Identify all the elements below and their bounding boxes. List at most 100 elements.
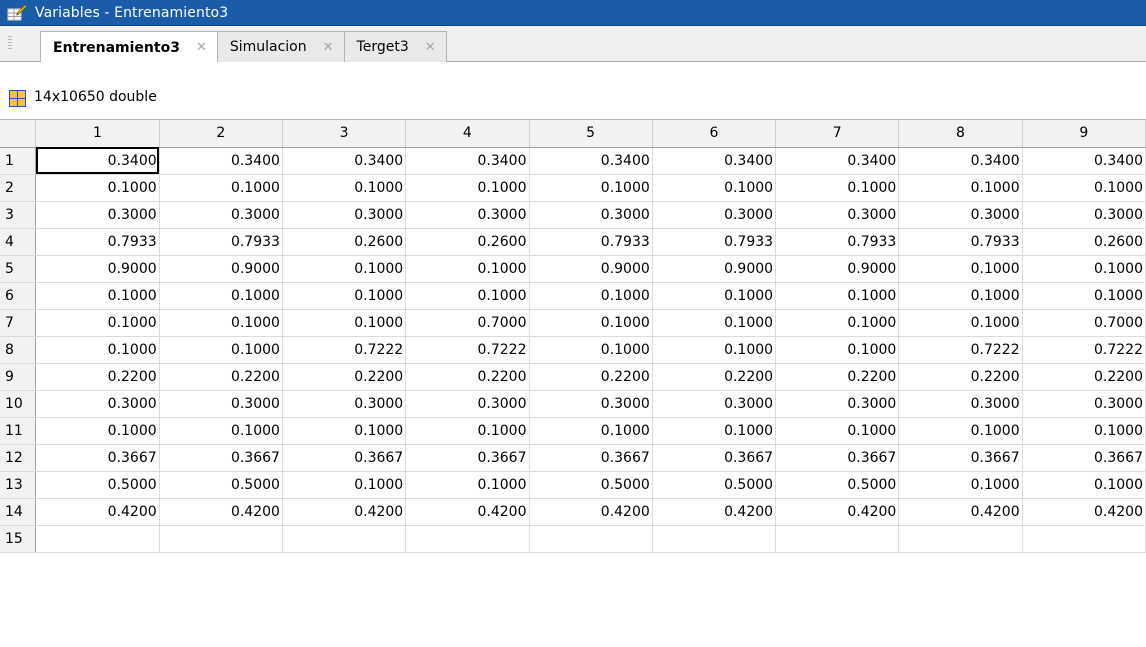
- data-cell[interactable]: 0.7933: [159, 228, 283, 256]
- data-cell[interactable]: [35, 525, 160, 553]
- row-header[interactable]: 7: [0, 309, 37, 337]
- data-cell[interactable]: 0.1000: [1022, 417, 1146, 445]
- data-cell[interactable]: 0.3000: [1022, 201, 1146, 229]
- data-cell[interactable]: 0.2200: [35, 363, 160, 391]
- data-cell[interactable]: 0.3667: [35, 444, 160, 472]
- variable-spreadsheet[interactable]: 123456789 1 0.3400 0.3400 0.3400 0.3400 0.340…: [0, 120, 1146, 647]
- close-icon[interactable]: ✕: [323, 40, 334, 55]
- data-cell[interactable]: 0.1000: [529, 174, 653, 202]
- data-cell[interactable]: 0.1000: [282, 174, 407, 202]
- data-cell[interactable]: 0.7933: [775, 228, 900, 256]
- column-header[interactable]: 2: [159, 120, 283, 148]
- row-header[interactable]: 8: [0, 336, 37, 364]
- data-cell[interactable]: 0.3667: [775, 444, 900, 472]
- data-cell[interactable]: [775, 525, 900, 553]
- row-header[interactable]: 9: [0, 363, 37, 391]
- data-cell[interactable]: 0.1000: [159, 282, 283, 310]
- data-cell[interactable]: 0.1000: [159, 336, 283, 364]
- window-titlebar[interactable]: Variables - Entrenamiento3: [0, 0, 1146, 26]
- data-cell[interactable]: 0.1000: [159, 417, 283, 445]
- data-cell[interactable]: [898, 525, 1023, 553]
- data-cell[interactable]: 0.1000: [898, 282, 1023, 310]
- data-cell[interactable]: 0.1000: [1022, 282, 1146, 310]
- data-cell[interactable]: 0.1000: [652, 174, 777, 202]
- data-cell[interactable]: 0.3000: [652, 390, 777, 418]
- data-cell[interactable]: 0.3667: [282, 444, 407, 472]
- data-cell[interactable]: 0.1000: [775, 336, 900, 364]
- data-cell[interactable]: 0.5000: [529, 471, 653, 499]
- tabstrip-grip-handle[interactable]: [8, 36, 12, 50]
- grid-corner-cell[interactable]: [0, 120, 37, 148]
- data-cell[interactable]: 0.7933: [529, 228, 653, 256]
- data-cell[interactable]: 0.1000: [282, 255, 407, 283]
- data-cell[interactable]: 0.1000: [35, 174, 160, 202]
- row-header[interactable]: 1: [0, 147, 37, 175]
- column-header[interactable]: 8: [898, 120, 1023, 148]
- data-cell[interactable]: 0.3667: [1022, 444, 1146, 472]
- row-header[interactable]: 12: [0, 444, 37, 472]
- data-cell[interactable]: 0.1000: [282, 282, 407, 310]
- data-cell[interactable]: 0.1000: [529, 309, 653, 337]
- data-cell[interactable]: 0.3000: [282, 201, 407, 229]
- data-cell[interactable]: 0.2200: [775, 363, 900, 391]
- data-cell[interactable]: 0.1000: [775, 174, 900, 202]
- data-cell[interactable]: 0.4200: [159, 498, 283, 526]
- data-cell[interactable]: 0.1000: [159, 174, 283, 202]
- data-cell[interactable]: 0.3667: [652, 444, 777, 472]
- data-cell[interactable]: 0.3000: [1022, 390, 1146, 418]
- row-header[interactable]: 10: [0, 390, 37, 418]
- data-cell[interactable]: 0.4200: [775, 498, 900, 526]
- data-cell[interactable]: 0.5000: [775, 471, 900, 499]
- data-cell[interactable]: 0.1000: [35, 417, 160, 445]
- data-cell[interactable]: 0.4200: [1022, 498, 1146, 526]
- data-cell[interactable]: 0.7222: [405, 336, 530, 364]
- data-cell[interactable]: 0.4200: [529, 498, 653, 526]
- data-cell[interactable]: 0.1000: [282, 471, 407, 499]
- data-cell[interactable]: 0.1000: [652, 282, 777, 310]
- data-cell[interactable]: 0.2600: [1022, 228, 1146, 256]
- data-cell[interactable]: [1022, 525, 1146, 553]
- data-cell[interactable]: 0.3000: [775, 390, 900, 418]
- tab-terget3[interactable]: Terget3 ✕: [343, 31, 447, 62]
- data-cell[interactable]: 0.7933: [652, 228, 777, 256]
- data-cell[interactable]: 0.4200: [282, 498, 407, 526]
- data-cell[interactable]: 0.3667: [529, 444, 653, 472]
- data-cell[interactable]: 0.3000: [529, 201, 653, 229]
- data-cell[interactable]: 0.3000: [159, 201, 283, 229]
- data-cell[interactable]: 0.4200: [898, 498, 1023, 526]
- data-cell[interactable]: 0.1000: [405, 282, 530, 310]
- data-cell[interactable]: 0.7222: [282, 336, 407, 364]
- data-cell[interactable]: 0.7222: [898, 336, 1023, 364]
- data-cell[interactable]: 0.3000: [898, 390, 1023, 418]
- data-cell[interactable]: 0.7222: [1022, 336, 1146, 364]
- row-header[interactable]: 14: [0, 498, 37, 526]
- data-cell[interactable]: 0.1000: [775, 309, 900, 337]
- data-cell[interactable]: 0.1000: [898, 174, 1023, 202]
- data-cell[interactable]: 0.2200: [898, 363, 1023, 391]
- data-cell[interactable]: 0.1000: [775, 417, 900, 445]
- data-cell[interactable]: 0.3000: [405, 390, 530, 418]
- data-cell[interactable]: 0.3000: [282, 390, 407, 418]
- data-cell[interactable]: 0.3400: [652, 147, 777, 175]
- data-cell[interactable]: 0.3400: [775, 147, 900, 175]
- data-cell[interactable]: 0.1000: [652, 309, 777, 337]
- data-cell[interactable]: 0.1000: [652, 336, 777, 364]
- data-cell[interactable]: 0.1000: [898, 417, 1023, 445]
- data-cell[interactable]: [282, 525, 407, 553]
- data-cell[interactable]: [405, 525, 530, 553]
- column-header[interactable]: 3: [282, 120, 407, 148]
- data-cell[interactable]: 0.3400: [282, 147, 407, 175]
- data-cell[interactable]: 0.5000: [35, 471, 160, 499]
- data-cell[interactable]: [159, 525, 283, 553]
- data-cell[interactable]: 0.3400: [529, 147, 653, 175]
- data-cell[interactable]: 0.3000: [529, 390, 653, 418]
- data-cell[interactable]: 0.2200: [282, 363, 407, 391]
- data-cell[interactable]: 0.2600: [405, 228, 530, 256]
- data-cell[interactable]: 0.3000: [35, 201, 160, 229]
- data-cell[interactable]: 0.1000: [35, 309, 160, 337]
- data-cell[interactable]: 0.1000: [529, 282, 653, 310]
- row-header[interactable]: 3: [0, 201, 37, 229]
- column-header[interactable]: 7: [775, 120, 900, 148]
- data-cell[interactable]: 0.1000: [898, 309, 1023, 337]
- data-cell[interactable]: 0.3667: [159, 444, 283, 472]
